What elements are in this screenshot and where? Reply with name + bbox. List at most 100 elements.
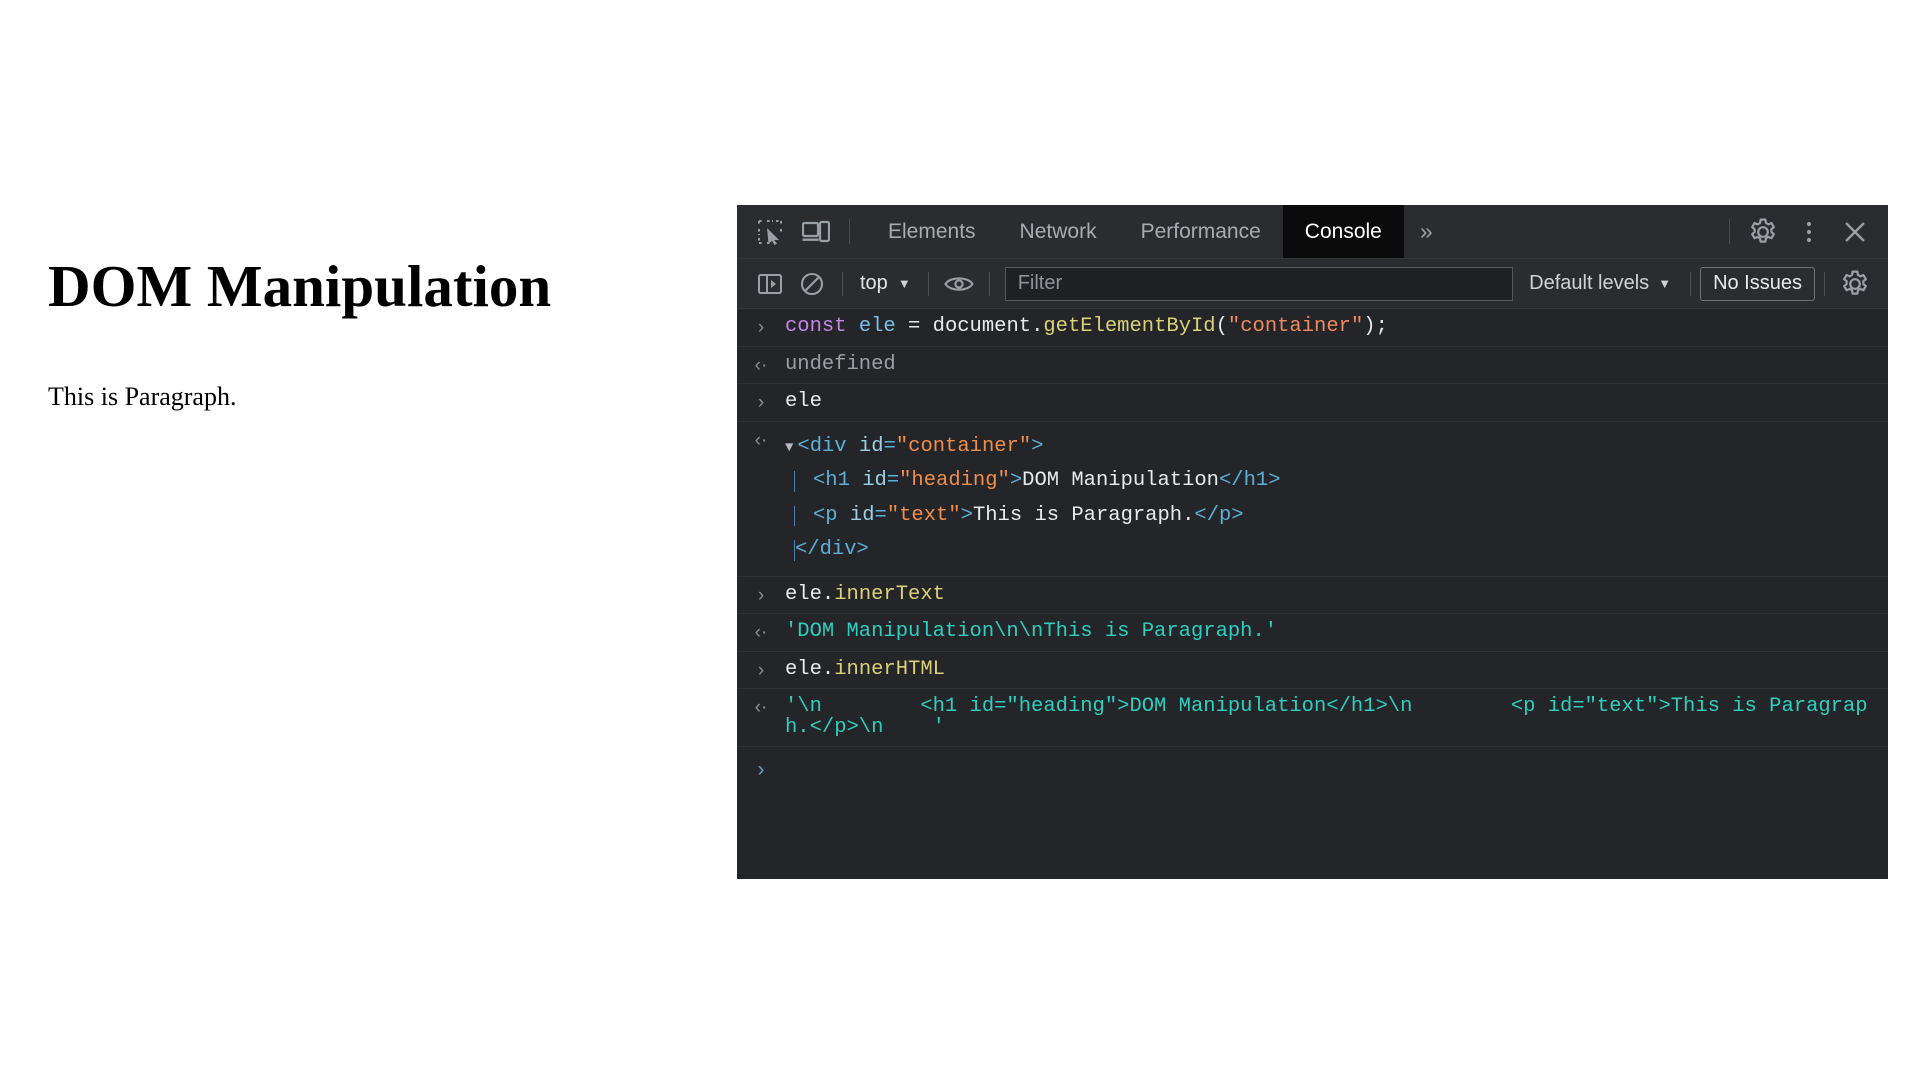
console-toolbar-divider-4 — [1690, 271, 1692, 296]
prompt-chevron-icon: › — [757, 758, 765, 781]
page-paragraph: This is Paragraph. — [48, 382, 237, 411]
code-token: '\n <h1 id="heading">DOM Manipulation</h… — [785, 695, 1868, 739]
console-toolbar-divider-3 — [988, 271, 990, 296]
clear-console-icon[interactable] — [791, 264, 833, 304]
code-token: = — [886, 469, 900, 492]
tabbar-spacer — [1449, 205, 1719, 258]
code-token: ele — [785, 390, 822, 413]
expand-triangle-icon[interactable]: ▼ — [785, 441, 793, 455]
code-token: ele — [785, 657, 822, 681]
kebab-menu-icon[interactable] — [1786, 205, 1832, 258]
console-message-text: ele.innerHTML — [785, 657, 1888, 681]
code-token: <p — [813, 503, 838, 527]
code-token: This is Paragraph. — [972, 503, 1195, 527]
console-toolbar: top ▼ Default levels ▼ No Issues — [737, 259, 1888, 309]
input-marker-icon: › — [757, 659, 765, 681]
code-token: innerHTML — [834, 657, 945, 681]
code-token: id — [849, 469, 887, 492]
console-sidebar-icon[interactable] — [749, 264, 791, 304]
code-token: = — [874, 503, 887, 527]
console-input-row[interactable]: › ele.innerHTML — [737, 651, 1888, 689]
code-token: . — [821, 582, 835, 606]
console-toolbar-divider-5 — [1824, 271, 1825, 296]
dom-tree-line[interactable]: </div> — [785, 533, 1876, 568]
console-output-row[interactable]: ‹· '\n <h1 id="heading">DOM Manipulation<… — [737, 689, 1888, 747]
devtools-tabs: Elements Network Performance Console — [866, 205, 1404, 258]
console-message-text: ▼ <div id="container"> <h1 id="heading">DO… — [785, 430, 1888, 568]
dom-indent-guide: </div> — [794, 538, 869, 561]
code-token: ( — [1215, 315, 1228, 338]
console-input-row[interactable]: › ele — [737, 384, 1888, 422]
code-token: document — [932, 315, 1032, 338]
code-token: > — [1009, 469, 1023, 492]
console-toolbar-divider-1 — [842, 271, 843, 296]
tabbar-divider-2 — [1729, 219, 1730, 244]
console-message-text: ele.innerText — [785, 582, 1888, 606]
tab-elements[interactable]: Elements — [866, 205, 998, 258]
dom-tree-line[interactable]: ▼ <div id="container"> — [785, 430, 1876, 465]
tab-network[interactable]: Network — [998, 205, 1119, 258]
console-message-list[interactable]: › const ele = document.getElementById("co… — [737, 309, 1888, 879]
code-token: </h1> — [1219, 469, 1281, 492]
console-input-row[interactable]: › const ele = document.getElementById("co… — [737, 309, 1888, 347]
output-marker-icon: ‹· — [754, 354, 768, 376]
code-token: > — [960, 503, 973, 527]
code-token: . — [1031, 315, 1044, 338]
console-output-row[interactable]: ‹· ▼ <div id="container"> <h1 id="heading">… — [737, 421, 1888, 577]
close-icon[interactable] — [1832, 205, 1878, 258]
output-marker-icon: ‹· — [754, 697, 768, 718]
log-levels-selector[interactable]: Default levels ▼ — [1519, 267, 1681, 301]
code-token: "container" — [1227, 315, 1364, 338]
input-marker-icon: › — [757, 317, 765, 338]
code-token: <h1 — [813, 469, 850, 492]
device-toolbar-icon[interactable] — [793, 205, 839, 258]
code-token: innerText — [834, 582, 945, 606]
code-token: = — [908, 315, 933, 338]
code-token: ; — [1375, 315, 1388, 338]
execution-context-value: top — [860, 272, 888, 294]
inspect-element-icon[interactable] — [747, 205, 793, 258]
filter-input-wrapper[interactable] — [1004, 266, 1514, 301]
dom-tree-line[interactable]: <p id="text">This is Paragraph.</p> — [785, 499, 1876, 534]
dom-tree-line[interactable]: <h1 id="heading">DOM Manipulation</h1> — [785, 464, 1876, 499]
execution-context-selector[interactable]: top ▼ — [852, 267, 919, 301]
output-marker-icon: ‹· — [754, 429, 768, 451]
console-toolbar-divider-2 — [927, 271, 929, 296]
console-output-row[interactable]: ‹· 'DOM Manipulation\n\nThis is Paragraph… — [737, 614, 1888, 652]
code-token: ) — [1363, 315, 1376, 338]
code-token: </div> — [795, 538, 869, 561]
console-message-text: 'DOM Manipulation\n\nThis is Paragraph.' — [785, 621, 1888, 643]
page-heading: DOM Manipulation — [48, 253, 552, 319]
code-token: id — [837, 503, 875, 527]
output-marker-icon: ‹· — [754, 622, 768, 643]
code-token: "heading" — [899, 469, 1010, 492]
tabbar-right-actions — [1719, 205, 1888, 258]
live-expression-icon[interactable] — [938, 264, 980, 304]
console-message-text: undefined — [785, 354, 1888, 376]
log-levels-label: Default levels — [1529, 272, 1650, 294]
more-tabs-chevron-icon[interactable]: » — [1404, 205, 1449, 258]
console-message-text: const ele = document.getElementById("con… — [785, 315, 1888, 338]
issues-button[interactable]: No Issues — [1700, 266, 1815, 301]
console-message-text: ele — [785, 390, 1888, 413]
dom-indent-guide: <h1 id="heading">DOM Manipulation</h1> — [794, 469, 1281, 492]
console-prompt-row[interactable]: › — [737, 747, 1888, 792]
code-token: ele — [858, 315, 909, 338]
input-marker-icon: › — [757, 584, 765, 606]
console-input-row[interactable]: › ele.innerText — [737, 576, 1888, 614]
code-token: > — [1031, 434, 1044, 458]
console-message-text: '\n <h1 id="heading">DOM Manipulation</h… — [785, 695, 1888, 739]
dom-indent-guide: <p id="text">This is Paragraph.</p> — [794, 503, 1244, 527]
chevron-down-icon: ▼ — [897, 276, 911, 291]
code-token: "text" — [886, 503, 961, 527]
gear-icon[interactable] — [1740, 205, 1786, 258]
tabbar-divider-1 — [849, 219, 850, 244]
code-token: "container" — [895, 434, 1032, 458]
code-token: <div — [797, 434, 847, 458]
tab-console[interactable]: Console — [1282, 205, 1404, 258]
chevron-down-icon: ▼ — [1658, 276, 1672, 291]
tab-performance[interactable]: Performance — [1119, 205, 1283, 258]
filter-input[interactable] — [1015, 271, 1503, 296]
console-output-row[interactable]: ‹· undefined — [737, 346, 1888, 384]
console-settings-gear-icon[interactable] — [1834, 264, 1876, 304]
